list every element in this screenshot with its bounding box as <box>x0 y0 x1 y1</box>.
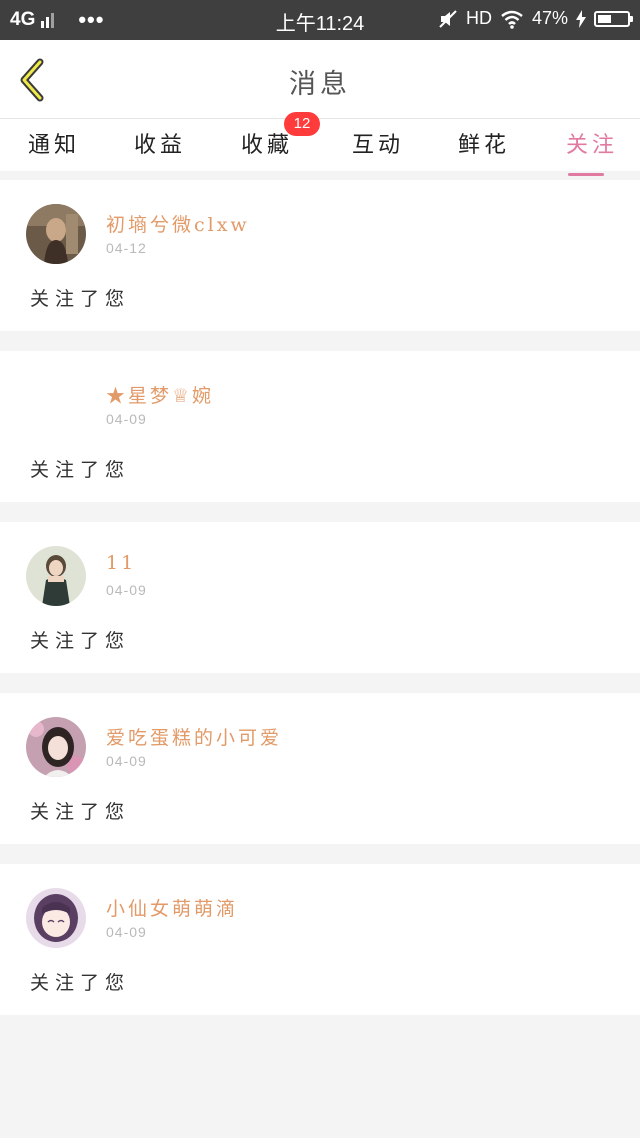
tab-notifications[interactable]: 通知 <box>28 127 80 159</box>
list-item[interactable]: 11 04-09 关注了您 <box>0 522 640 673</box>
message-date: 04-09 <box>106 582 147 598</box>
battery-percent: 47% <box>531 8 568 28</box>
message-text: 关注了您 <box>30 630 131 652</box>
list-item[interactable]: 爱吃蛋糕的小可爱 04-09 关注了您 <box>0 693 640 844</box>
username[interactable]: ★星梦♕婉 <box>106 381 214 408</box>
message-list: 初墒兮微clxw 04-12 关注了您 ★星梦♕婉 04-09 关注了您 11 … <box>0 180 640 1035</box>
message-date: 04-09 <box>106 924 147 940</box>
avatar[interactable] <box>26 546 86 606</box>
status-bar: 4G ••• 上午11:24 HD 47% <box>0 0 640 40</box>
battery-icon <box>594 10 633 27</box>
avatar[interactable] <box>26 717 86 777</box>
tab-following[interactable]: 关注 <box>566 127 619 176</box>
message-text: 关注了您 <box>30 972 131 994</box>
wifi-icon <box>501 10 523 29</box>
favorites-count-badge: 12 <box>284 112 320 136</box>
page-title: 消息 <box>289 69 351 100</box>
battery-level <box>598 14 612 23</box>
nav-bar: 消息 <box>0 40 640 119</box>
username[interactable]: 初墒兮微clxw <box>106 210 250 237</box>
username[interactable]: 11 <box>106 552 136 574</box>
status-right: HD 47% <box>438 8 633 29</box>
charging-icon <box>576 9 586 28</box>
message-text: 关注了您 <box>30 801 131 823</box>
list-item[interactable]: 初墒兮微clxw 04-12 关注了您 <box>0 180 640 331</box>
hd-indicator: HD <box>465 8 492 28</box>
avatar[interactable] <box>26 888 86 948</box>
active-tab-indicator <box>568 173 604 176</box>
username[interactable]: 小仙女萌萌滴 <box>106 894 238 921</box>
message-text: 关注了您 <box>30 288 131 310</box>
username[interactable]: 爱吃蛋糕的小可爱 <box>106 723 282 750</box>
tab-earnings[interactable]: 收益 <box>134 127 186 159</box>
tab-favorites[interactable]: 收藏 <box>241 127 293 159</box>
avatar[interactable] <box>26 204 86 264</box>
message-date: 04-12 <box>106 240 147 256</box>
tab-following-label: 关注 <box>566 133 619 158</box>
mute-icon <box>439 9 457 28</box>
list-item[interactable]: 小仙女萌萌滴 04-09 关注了您 <box>0 864 640 1015</box>
tab-bar: 通知 收益 收藏 互动 鲜花 关注 <box>0 119 640 176</box>
list-item[interactable]: ★星梦♕婉 04-09 关注了您 <box>0 351 640 502</box>
message-date: 04-09 <box>106 753 147 769</box>
tab-flowers[interactable]: 鲜花 <box>458 127 510 159</box>
message-text: 关注了您 <box>30 459 131 481</box>
message-date: 04-09 <box>106 411 147 427</box>
tab-interactions[interactable]: 互动 <box>352 127 404 159</box>
